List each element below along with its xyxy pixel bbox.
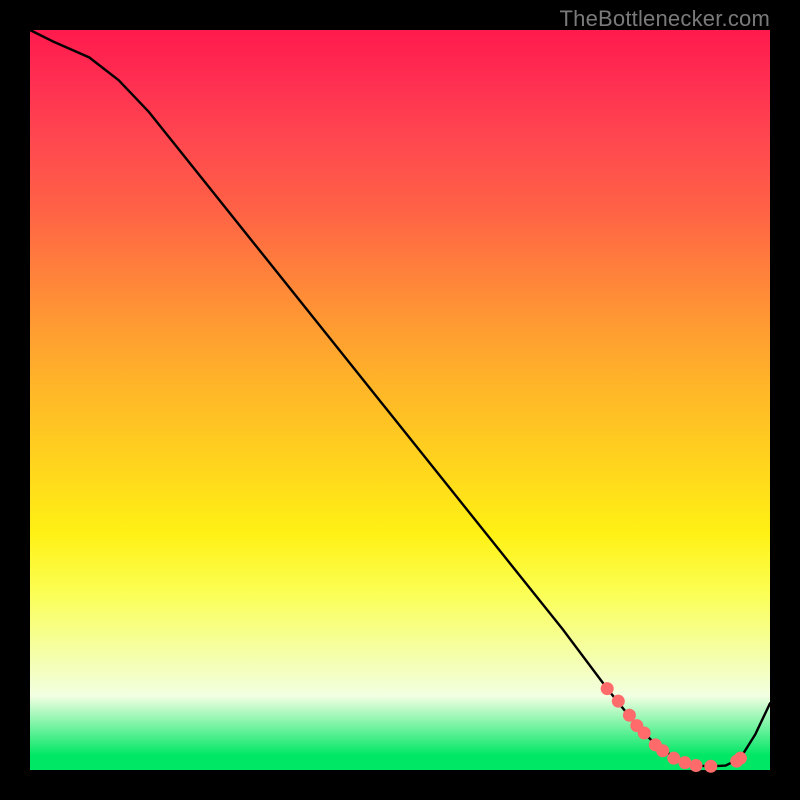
highlight-dot — [678, 756, 691, 769]
watermark-text: TheBottlenecker.com — [560, 6, 770, 32]
highlight-dot — [667, 752, 680, 765]
highlight-dot — [704, 760, 717, 773]
highlight-dots — [601, 682, 747, 773]
chart-svg — [30, 30, 770, 770]
highlight-dot — [656, 744, 669, 757]
highlight-dot — [612, 695, 625, 708]
highlight-dot — [601, 682, 614, 695]
highlight-dot — [690, 759, 703, 772]
bottleneck-curve — [30, 30, 770, 766]
chart-frame: TheBottlenecker.com — [0, 0, 800, 800]
highlight-dot — [638, 727, 651, 740]
highlight-dot — [734, 752, 747, 765]
plot-area — [30, 30, 770, 770]
